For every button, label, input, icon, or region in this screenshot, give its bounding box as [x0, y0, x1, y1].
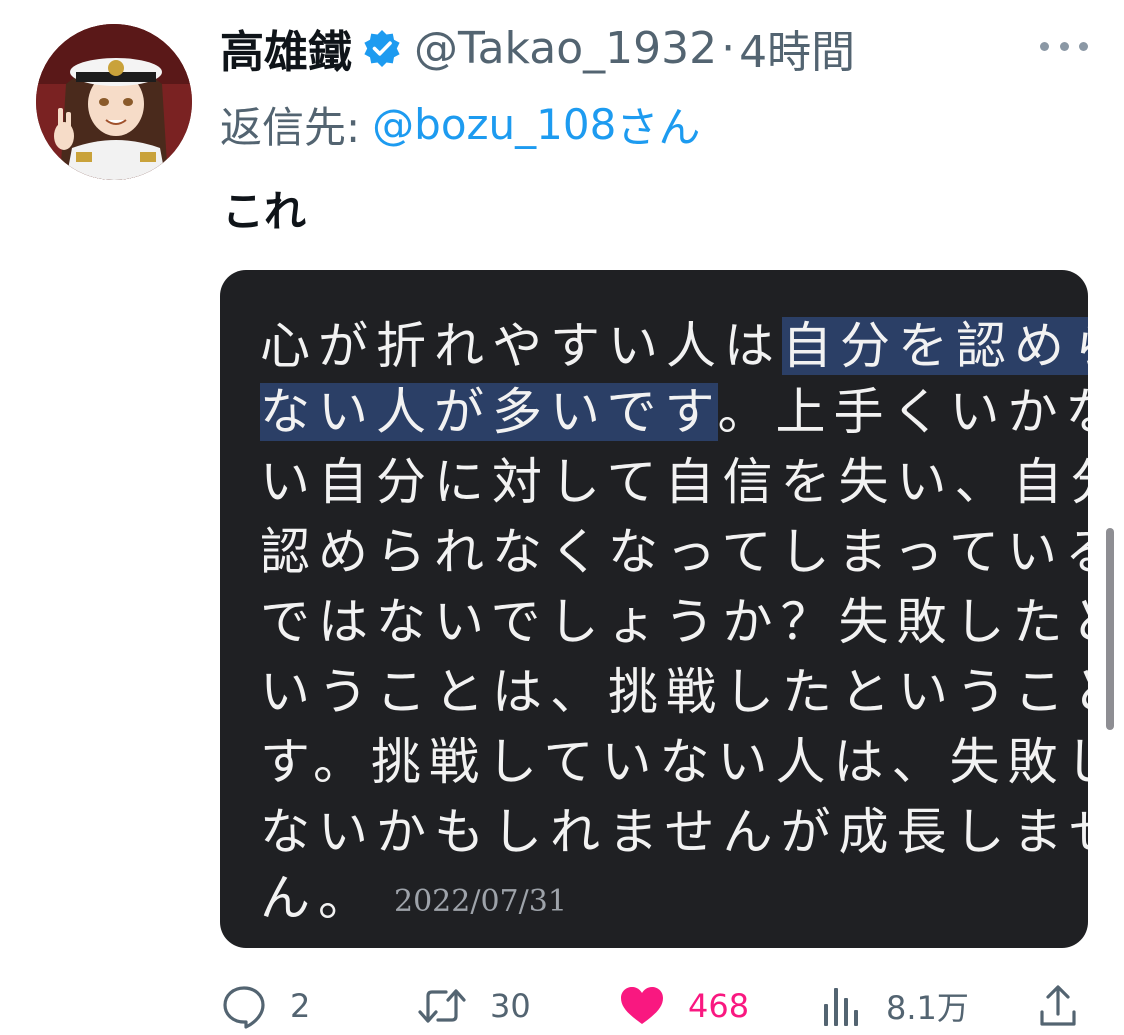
scrollbar[interactable]: [1106, 528, 1114, 730]
more-dot: [1059, 41, 1069, 51]
quote-date: 2022/07/31: [394, 884, 567, 919]
quote-text: いうことは、挑戦したということで: [260, 663, 1088, 721]
quote-text: ないかもしれませんが成長しませ: [260, 803, 1088, 861]
quote-text: い自分に対して自信を失い、自分を: [260, 453, 1088, 511]
quote-line: いうことは、挑戦したということで: [260, 660, 1088, 724]
heart-icon: [621, 987, 663, 1024]
quote-line: ないかもしれませんが成長しませ: [260, 800, 1088, 864]
views-bar-chart-icon: [824, 988, 858, 1026]
author-avatar[interactable]: [36, 24, 192, 180]
share-upload-icon: [1040, 985, 1076, 1026]
quote-line: す。挑戦していない人は、失敗し: [260, 730, 1088, 794]
quote-line: い自分に対して自信を失い、自分を: [260, 450, 1088, 514]
retweet-button[interactable]: 30: [416, 978, 531, 1034]
quote-text: 心が折れやすい人は: [260, 317, 782, 375]
share-button[interactable]: [1038, 978, 1078, 1034]
reply-count: 2: [290, 987, 311, 1025]
quote-line: ない人が多いです。上手くいかな: [260, 380, 1088, 444]
more-dots-icon[interactable]: [1040, 28, 1088, 64]
more-dot: [1040, 41, 1049, 51]
tweet-timestamp[interactable]: 4時間: [739, 16, 855, 80]
tweet-media-image[interactable]: 心が折れやすい人は自分を認められ ない人が多いです。上手くいかな い自分に対して…: [220, 270, 1088, 948]
quote-highlight: ない人が多いです: [260, 383, 718, 441]
views-button[interactable]: 8.1万: [820, 978, 969, 1034]
reply-to-row: 返信先: @bozu_108 さん: [220, 96, 700, 152]
retweet-count: 30: [490, 987, 531, 1025]
reply-bubble-icon: [223, 986, 265, 1029]
meta-separator: ·: [721, 22, 736, 74]
quote-text: す。挑戦していない人は、失敗し: [260, 733, 1088, 791]
like-button[interactable]: 468: [618, 978, 749, 1034]
quote-text: ん。: [260, 869, 376, 927]
reply-button[interactable]: 2: [220, 978, 310, 1034]
quote-line: ではないでしょうか？失敗したと: [260, 590, 1088, 654]
quote-line: ん。 2022/07/31: [260, 866, 567, 930]
quote-line: 認められなくなってしまっているの: [260, 520, 1088, 584]
reply-to-handle[interactable]: @bozu_108: [372, 100, 616, 149]
quote-highlight: 自分を認められ: [782, 317, 1088, 375]
quote-line: 心が折れやすい人は自分を認められ: [260, 314, 1088, 378]
more-dot: [1079, 41, 1088, 51]
like-count: 468: [688, 987, 750, 1025]
reply-to-label: 返信先:: [220, 102, 361, 152]
reply-to-suffix: さん: [616, 102, 701, 152]
quote-text: 認められなくなってしまっているの: [260, 523, 1088, 581]
quote-text: ではないでしょうか？失敗したと: [260, 593, 1088, 651]
views-count: 8.1万: [886, 989, 969, 1027]
tweet-action-bar: 2 30 468 8.1万: [220, 978, 1088, 1034]
author-name-row: 高雄鐵 @Takao_1932 · 4時間: [220, 16, 855, 80]
verified-badge-icon: [364, 30, 400, 67]
quote-text: 。上手くいかな: [717, 383, 1089, 441]
author-display-name[interactable]: 高雄鐵: [220, 16, 352, 80]
tweet-text: これ: [222, 187, 307, 236]
author-handle[interactable]: @Takao_1932: [414, 23, 717, 74]
retweet-arrows-icon: [418, 989, 466, 1023]
